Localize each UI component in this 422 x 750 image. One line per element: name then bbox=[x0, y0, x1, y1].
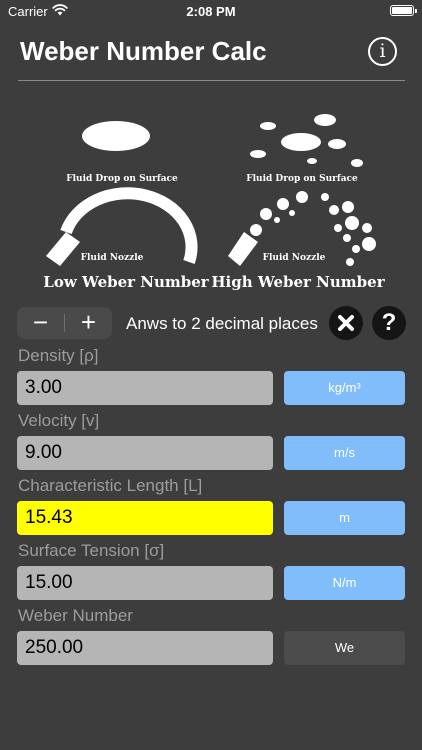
high-nozzle-icon bbox=[228, 232, 258, 266]
weber-number-label: Weber Number bbox=[18, 606, 133, 625]
status-bar: Carrier 2:08 PM bbox=[0, 0, 422, 24]
high-nozzle-caption: Fluid Nozzle bbox=[263, 253, 326, 263]
high-weber-title: High Weber Number bbox=[211, 273, 385, 291]
low-nozzle-arc bbox=[60, 187, 198, 264]
surface-tension-unit-button[interactable]: N/m bbox=[284, 566, 405, 600]
decimal-places-label: Anws to 2 decimal places bbox=[126, 314, 318, 333]
low-nozzle-icon bbox=[46, 232, 80, 266]
velocity-label: Velocity [v] bbox=[18, 411, 100, 430]
length-input[interactable]: 15.43 bbox=[17, 501, 273, 535]
decimal-stepper: − + bbox=[17, 307, 112, 339]
help-button[interactable]: ? bbox=[372, 306, 406, 340]
low-weber-title: Low Weber Number bbox=[43, 273, 210, 291]
clock: 2:08 PM bbox=[186, 4, 236, 19]
battery-icon bbox=[390, 5, 417, 16]
low-nozzle-caption: Fluid Nozzle bbox=[81, 253, 144, 263]
decrement-button[interactable]: − bbox=[17, 307, 64, 339]
weber-illustration: Fluid Drop on Surface Fluid Nozzle Low W… bbox=[43, 114, 386, 291]
length-label: Characteristic Length [L] bbox=[18, 476, 203, 495]
info-button[interactable]: i bbox=[368, 37, 397, 66]
high-drop-icon bbox=[250, 114, 363, 167]
high-drop-caption: Fluid Drop on Surface bbox=[246, 174, 358, 184]
surface-tension-label: Surface Tension [σ] bbox=[18, 541, 165, 560]
page-title: Weber Number Calc bbox=[20, 36, 267, 66]
increment-button[interactable]: + bbox=[65, 307, 112, 339]
clear-button[interactable] bbox=[329, 306, 363, 340]
length-unit-button[interactable]: m bbox=[284, 501, 405, 535]
density-input[interactable]: 3.00 bbox=[17, 371, 273, 405]
low-drop-icon bbox=[82, 121, 150, 151]
surface-tension-input[interactable]: 15.00 bbox=[17, 566, 273, 600]
weber-number-input[interactable]: 250.00 bbox=[17, 631, 273, 665]
density-unit-button[interactable]: kg/m³ bbox=[284, 371, 405, 405]
velocity-unit-button[interactable]: m/s bbox=[284, 436, 405, 470]
close-icon bbox=[338, 315, 354, 331]
low-drop-caption: Fluid Drop on Surface bbox=[66, 174, 178, 184]
weber-unit-button[interactable]: We bbox=[284, 631, 405, 665]
density-label: Density [ρ] bbox=[18, 346, 99, 365]
velocity-input[interactable]: 9.00 bbox=[17, 436, 273, 470]
header-divider bbox=[18, 80, 405, 81]
